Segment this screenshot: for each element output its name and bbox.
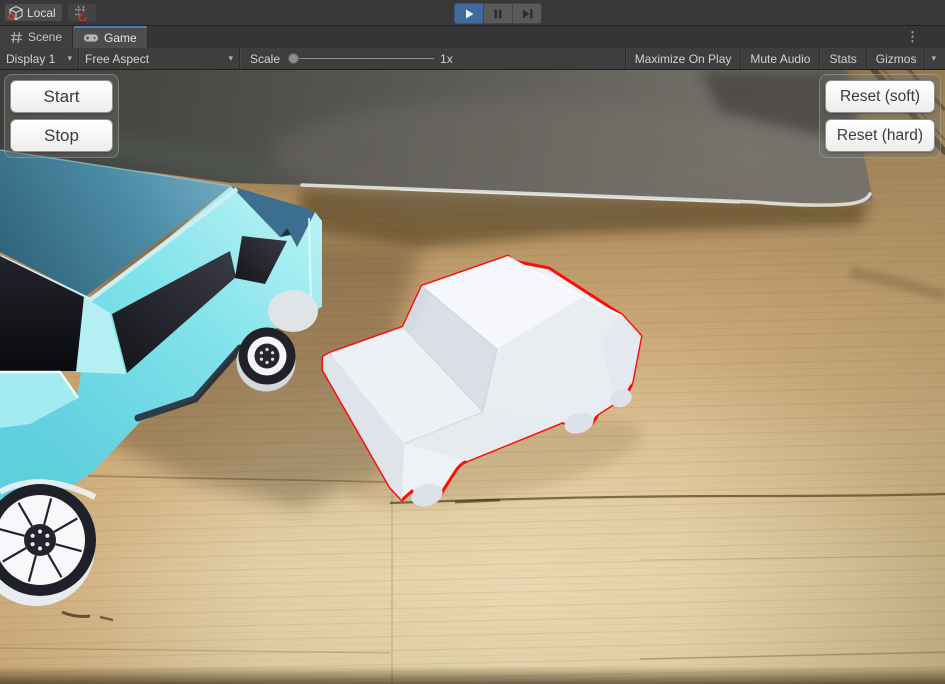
scene-grid-icon: [10, 31, 23, 44]
camera-feed: [0, 70, 945, 684]
scale-control: Scale 1x: [240, 48, 453, 70]
slider-handle[interactable]: [288, 53, 299, 64]
chevron-down-icon: ▾: [931, 53, 936, 64]
gamepad-icon: [83, 32, 99, 44]
tab-scene[interactable]: Scene: [0, 26, 73, 48]
slider-track: [288, 58, 434, 59]
reset-hard-label: Reset (hard): [837, 127, 923, 145]
play-controls: [454, 3, 542, 24]
tab-game[interactable]: Game: [73, 26, 148, 48]
play-icon: [463, 8, 475, 20]
mute-audio-label: Mute Audio: [750, 52, 810, 66]
maximize-on-play-label: Maximize On Play: [635, 52, 732, 66]
tab-overflow-menu[interactable]: ⋮: [906, 26, 919, 48]
step-button[interactable]: [512, 3, 542, 24]
local-status-icon: [9, 14, 14, 19]
main-toolbar: Local: [0, 0, 945, 26]
cube-icon: [8, 5, 24, 21]
maximize-on-play-button[interactable]: Maximize On Play: [625, 48, 741, 69]
view-tab-bar: Scene Game ⋮: [0, 26, 945, 48]
game-viewport[interactable]: Start Stop Reset (soft) Reset (hard): [0, 70, 945, 684]
scale-label: Scale: [250, 52, 280, 66]
tab-game-label: Game: [104, 31, 137, 45]
reset-panel: Reset (soft) Reset (hard): [819, 74, 941, 158]
start-button[interactable]: Start: [10, 80, 113, 113]
step-icon: [521, 8, 534, 20]
aspect-ratio-dropdown[interactable]: Free Aspect ▾: [79, 48, 239, 69]
start-button-label: Start: [44, 87, 80, 107]
mute-audio-button[interactable]: Mute Audio: [740, 48, 819, 69]
unity-editor-window: Local: [0, 0, 945, 684]
stats-label: Stats: [829, 52, 856, 66]
chevron-down-icon: ▾: [228, 53, 233, 64]
display-dropdown-label: Display 1: [6, 52, 55, 66]
reset-hard-button[interactable]: Reset (hard): [825, 119, 935, 152]
tab-scene-label: Scene: [28, 30, 62, 44]
gizmos-label: Gizmos: [876, 52, 917, 66]
start-stop-panel: Start Stop: [4, 74, 119, 158]
stats-button[interactable]: Stats: [819, 48, 865, 69]
scale-slider[interactable]: [288, 48, 434, 70]
grid-snap-icon: [74, 5, 90, 21]
scale-value: 1x: [440, 52, 453, 66]
pause-button[interactable]: [483, 3, 513, 24]
reset-soft-label: Reset (soft): [840, 88, 920, 106]
bottom-vignette: [0, 666, 945, 684]
chevron-down-icon: ▾: [67, 53, 72, 64]
stop-button[interactable]: Stop: [10, 119, 113, 152]
play-button[interactable]: [454, 3, 484, 24]
reset-soft-button[interactable]: Reset (soft): [825, 80, 935, 113]
toolbar-divider: [924, 48, 925, 69]
pause-icon: [492, 8, 504, 20]
game-view-toolbar: Display 1 ▾ Free Aspect ▾ Scale 1x Maxim…: [0, 48, 945, 70]
overflow-menu-icon: ⋮: [906, 29, 919, 45]
aspect-dropdown-label: Free Aspect: [85, 52, 149, 66]
gizmos-dropdown[interactable]: Gizmos ▾: [866, 48, 945, 69]
grid-snap-button[interactable]: [67, 3, 97, 22]
game-toolbar-right-group: Maximize On Play Mute Audio Stats Gizmos…: [625, 48, 945, 69]
display-dropdown[interactable]: Display 1 ▾: [0, 48, 78, 69]
stop-button-label: Stop: [44, 126, 79, 146]
local-button-label: Local: [27, 6, 56, 20]
local-version-control-button[interactable]: Local: [4, 3, 63, 22]
